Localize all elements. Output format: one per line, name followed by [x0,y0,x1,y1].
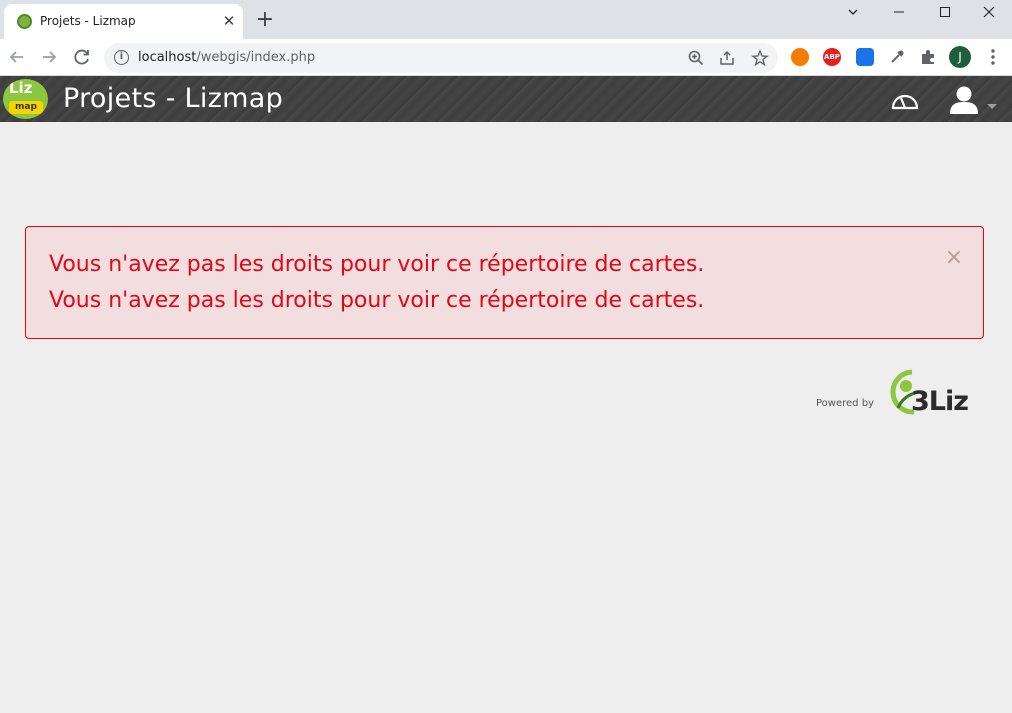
browser-tabstrip: Projets - Lizmap ✕ + [0,0,1012,39]
back-arrow-icon[interactable] [6,46,28,68]
lizmap-logo[interactable]: Liz map [3,79,48,119]
adblock-plus-icon[interactable]: ABP [823,48,841,66]
forward-arrow-icon[interactable] [38,46,60,68]
site-info-icon[interactable]: i [114,50,129,65]
app-header: Liz map Projets - Lizmap [0,76,1012,122]
browser-tab[interactable]: Projets - Lizmap ✕ [4,4,243,39]
new-tab-button[interactable]: + [254,9,276,31]
tab-close-icon[interactable]: ✕ [219,11,239,31]
eyedropper-icon[interactable] [888,48,906,66]
browser-menu-icon[interactable] [985,47,1001,67]
alert-close-icon[interactable]: × [944,247,964,269]
tab-search-chevron-icon[interactable] [830,0,876,24]
3liz-brand-text: 3Liz [911,386,969,417]
logo-map-text: map [9,101,43,114]
user-menu-caret-icon[interactable] [986,96,998,109]
address-bar[interactable]: i localhost/webgis/index.php [104,43,778,73]
bookmark-star-icon[interactable] [751,49,769,67]
alert-message: Vous n'avez pas les droits pour voir ce … [49,288,705,313]
error-alert: Vous n'avez pas les droits pour voir ce … [25,226,984,339]
tab-title: Projets - Lizmap [40,14,136,28]
url-path: /webgis/index.php [196,50,316,65]
extension-orange-icon[interactable] [791,48,809,66]
extension-translate-icon[interactable] [856,48,874,66]
url-text[interactable]: localhost/webgis/index.php [138,50,315,65]
zoom-icon[interactable] [687,49,705,67]
dashboard-gauge-icon[interactable] [890,90,920,112]
reload-icon[interactable] [71,46,93,68]
url-host: localhost [138,50,197,65]
user-icon[interactable] [948,84,980,116]
powered-by-label: Powered by [816,398,874,409]
minimize-button[interactable] [876,0,922,24]
alert-message: Vous n'avez pas les droits pour voir ce … [49,252,705,277]
logo-liz-text: Liz [9,79,33,97]
profile-avatar[interactable]: J [949,46,971,68]
abp-label: ABP [824,53,840,61]
page-title: Projets - Lizmap [63,83,284,114]
browser-toolbar: i localhost/webgis/index.php ABP J [0,39,1012,76]
close-window-button[interactable] [966,0,1012,24]
extensions-puzzle-icon[interactable] [919,48,937,66]
share-icon[interactable] [718,49,736,67]
lizmap-favicon-icon [17,14,32,29]
maximize-button[interactable] [922,0,968,24]
